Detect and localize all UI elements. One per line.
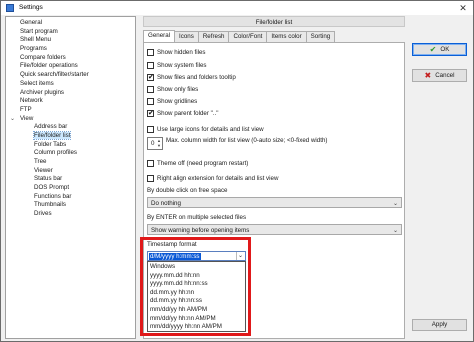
right-align-extension-checkbox[interactable]: Right align extension for details and li… <box>147 173 278 183</box>
title-bar: Settings ✕ <box>1 1 473 15</box>
chevron-down-icon[interactable]: ⌄ <box>393 227 398 234</box>
tree-item-thumbnails[interactable]: Thumbnails <box>6 201 135 210</box>
checkbox-box[interactable] <box>147 125 154 133</box>
checkbox-checked[interactable] <box>147 73 154 81</box>
select-value: Do nothing <box>151 200 181 207</box>
checkbox-box[interactable] <box>147 85 154 93</box>
max-column-width-label: Max. column width for list view (0-auto … <box>166 137 328 144</box>
checkbox-box[interactable] <box>147 174 154 182</box>
show-tooltip-checkbox[interactable]: Show files and folders tooltip <box>147 72 236 82</box>
tree-item-ftp[interactable]: FTP <box>6 106 135 115</box>
panel-title: File/folder list <box>143 16 405 27</box>
tree-item-network[interactable]: Network <box>6 97 135 106</box>
tree-item-column-profiles[interactable]: Column profiles <box>6 149 135 158</box>
tab-color-font[interactable]: Color/Font <box>228 31 268 42</box>
theme-off-checkbox[interactable]: Theme off (need program restart) <box>147 158 248 168</box>
tree-item-select-items[interactable]: Select items <box>6 80 135 89</box>
settings-tree[interactable]: General Start program Shell Menu Program… <box>5 16 136 339</box>
select-value: Show warning before opening items <box>151 227 250 234</box>
tab-strip: General Icons Refresh Color/Font Items c… <box>143 30 336 42</box>
tree-item-address-bar[interactable]: Address bar <box>6 123 135 132</box>
tab-items-color[interactable]: Items color <box>266 31 307 42</box>
double-click-select[interactable]: Do nothing ⌄ <box>147 197 402 208</box>
chevron-down-icon[interactable]: ⌄ <box>393 200 398 207</box>
tree-item-programs[interactable]: Programs <box>6 45 135 54</box>
tree-item-viewer[interactable]: Viewer <box>6 167 135 176</box>
tree-item-view[interactable]: ⌄ View <box>6 115 135 124</box>
tree-item-compare-folders[interactable]: Compare folders <box>6 54 135 63</box>
stepper-value: 0 <box>151 140 155 147</box>
tree-item-quick-search[interactable]: Quick search/filter/starter <box>6 71 135 80</box>
show-hidden-files-checkbox[interactable]: Show hidden files <box>147 47 206 57</box>
show-only-files-checkbox[interactable]: Show only files <box>147 84 198 94</box>
app-icon <box>6 4 14 12</box>
tree-item-file-folder-operations[interactable]: File/folder operations <box>6 62 135 71</box>
tree-item-file-folder-list[interactable]: File/folder list <box>6 130 135 141</box>
show-gridlines-checkbox[interactable]: Show gridlines <box>147 96 197 106</box>
enter-multiple-label: By ENTER on multiple selected files <box>147 214 247 221</box>
tab-icons[interactable]: Icons <box>174 31 199 42</box>
tree-item-status-bar[interactable]: Status bar <box>6 175 135 184</box>
ok-button[interactable]: ✔ OK <box>412 43 467 56</box>
large-icons-checkbox[interactable]: Use large icons for details and list vie… <box>147 124 264 134</box>
tree-item-general[interactable]: General <box>6 19 135 28</box>
cancel-button[interactable]: ✖ Cancel <box>412 69 467 82</box>
tab-refresh[interactable]: Refresh <box>197 31 230 42</box>
close-icon[interactable]: ✕ <box>457 2 469 14</box>
checkmark-icon: ✔ <box>429 45 437 54</box>
window-title: Settings <box>19 4 43 11</box>
tab-general[interactable]: General <box>143 30 176 42</box>
max-column-width-stepper[interactable]: 0 ▲ ▼ <box>147 137 163 150</box>
annotation-highlight-box <box>140 237 251 336</box>
collapse-chevron-icon[interactable]: ⌄ <box>10 115 15 124</box>
tree-item-functions-bar[interactable]: Functions bar <box>6 193 135 202</box>
checkbox-box[interactable] <box>147 159 154 167</box>
tree-item-dos-prompt[interactable]: DOS Prompt <box>6 184 135 193</box>
apply-button[interactable]: Apply <box>412 319 467 331</box>
tree-item-start-program[interactable]: Start program <box>6 28 135 37</box>
cross-icon: ✖ <box>424 71 432 80</box>
show-system-files-checkbox[interactable]: Show system files <box>147 60 207 70</box>
settings-window: Settings ✕ General Start program Shell M… <box>0 0 474 342</box>
show-parent-folder-checkbox[interactable]: Show parent folder ".." <box>147 108 219 118</box>
tree-item-tree[interactable]: Tree <box>6 158 135 167</box>
checkbox-checked[interactable] <box>147 109 154 117</box>
tree-item-folder-tabs[interactable]: Folder Tabs <box>6 141 135 150</box>
enter-multiple-select[interactable]: Show warning before opening items ⌄ <box>147 224 402 235</box>
tree-item-drives[interactable]: Drives <box>6 210 135 219</box>
double-click-label: By double click on free space <box>147 187 228 194</box>
checkbox-box[interactable] <box>147 61 154 69</box>
tree-item-archiver-plugins[interactable]: Archiver plugins <box>6 89 135 98</box>
tab-sorting[interactable]: Sorting <box>305 31 336 42</box>
stepper-arrows-icon[interactable]: ▲ ▼ <box>156 138 162 149</box>
tree-item-shell-menu[interactable]: Shell Menu <box>6 36 135 45</box>
checkbox-box[interactable] <box>147 48 154 56</box>
checkbox-box[interactable] <box>147 97 154 105</box>
